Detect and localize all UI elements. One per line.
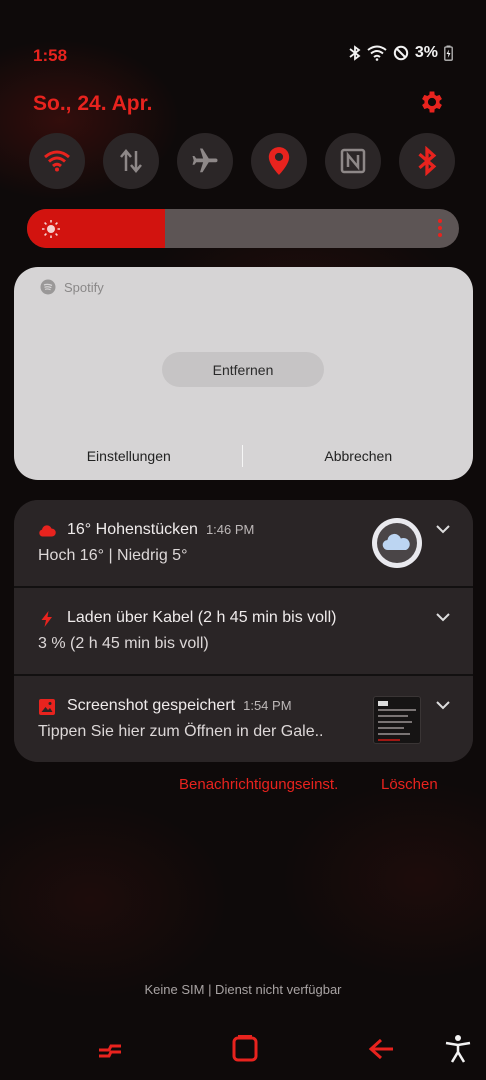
status-time: 1:58	[33, 46, 68, 65]
screenshot-notification[interactable]: Screenshot gespeichert 1:54 PM Tippen Sie…	[14, 676, 473, 762]
notification-title: 16° Hohenstücken 1:46 PM	[67, 521, 255, 538]
notification-body: Hoch 16° | Niedrig 5°	[38, 547, 188, 564]
toggle-mobile-data[interactable]	[103, 133, 159, 189]
weather-thumbnail	[372, 518, 422, 568]
brightness-slider[interactable]	[27, 209, 459, 248]
spotify-header: Spotify	[40, 279, 104, 295]
notification-time: 1:54 PM	[243, 698, 292, 713]
carrier-status: Keine SIM | Dienst nicht verfügbar	[144, 982, 342, 997]
settings-action-button[interactable]: Einstellungen	[14, 432, 244, 480]
battery-charging-icon	[444, 45, 453, 61]
battery-percent: 3%	[414, 44, 438, 61]
cancel-action-button[interactable]: Abbrechen	[244, 432, 474, 480]
chevron-down-icon[interactable]	[435, 699, 451, 711]
notification-time: 1:46 PM	[205, 522, 255, 537]
spotify-app-name: Spotify	[64, 279, 104, 295]
chevron-down-icon[interactable]	[435, 523, 451, 535]
toggle-location[interactable]	[251, 133, 307, 189]
date-label: So., 24. Apr.	[33, 92, 153, 115]
wifi-icon	[367, 45, 387, 61]
notification-body: 3 % (2 h 45 min bis voll)	[38, 635, 209, 652]
status-icons: 3%	[349, 44, 453, 62]
charging-notification[interactable]: Laden über Kabel (2 h 45 min bis voll) 3…	[14, 588, 473, 674]
bluetooth-icon	[349, 45, 361, 61]
more-options-icon[interactable]	[437, 218, 443, 238]
navigation-bar	[0, 1030, 486, 1070]
data-arrows-icon	[120, 149, 142, 173]
notification-group: 16° Hohenstücken 1:46 PM Hoch 16° | Niedr…	[14, 500, 473, 762]
toggle-airplane-mode[interactable]	[177, 133, 233, 189]
wifi-icon	[44, 150, 70, 172]
back-icon[interactable]	[365, 1034, 395, 1064]
bluetooth-icon	[418, 146, 437, 176]
screenshot-thumbnail	[373, 696, 421, 744]
gear-icon	[422, 91, 442, 113]
shade-actions: Benachrichtigungseinst. Löschen	[0, 776, 486, 798]
lightning-icon	[41, 611, 52, 627]
status-bar: 1:58 3%	[0, 44, 486, 68]
weather-notification[interactable]: 16° Hohenstücken 1:46 PM Hoch 16° | Niedr…	[14, 500, 473, 586]
home-icon[interactable]	[230, 1034, 260, 1064]
location-pin-icon	[268, 147, 290, 175]
nfc-icon	[340, 148, 366, 174]
remove-button[interactable]: Entfernen	[162, 352, 324, 387]
quick-settings-toggles	[29, 133, 457, 191]
accessibility-icon[interactable]	[443, 1034, 473, 1064]
clear-all-link[interactable]: Löschen	[381, 776, 438, 793]
sun-icon	[42, 220, 60, 238]
notification-body: Tippen Sie hier zum Öffnen in der Gale..	[38, 723, 324, 740]
image-icon	[39, 699, 55, 715]
airplane-icon	[192, 148, 218, 173]
recents-icon[interactable]	[95, 1034, 125, 1064]
notification-settings-link[interactable]: Benachrichtigungseinst.	[179, 776, 338, 793]
spotify-icon	[40, 279, 56, 295]
do-not-disturb-icon	[393, 45, 409, 61]
settings-button[interactable]	[418, 88, 446, 116]
toggle-wifi[interactable]	[29, 133, 85, 189]
notification-title: Screenshot gespeichert 1:54 PM	[67, 697, 292, 714]
toggle-bluetooth[interactable]	[399, 133, 455, 189]
spotify-card-actions: Einstellungen Abbrechen	[14, 432, 473, 480]
cloud-icon	[377, 523, 417, 563]
toggle-nfc[interactable]	[325, 133, 381, 189]
cloud-icon	[39, 525, 56, 537]
chevron-down-icon[interactable]	[435, 611, 451, 623]
spotify-media-card: Spotify Entfernen Einstellungen Abbreche…	[14, 267, 473, 480]
notification-title: Laden über Kabel (2 h 45 min bis voll)	[67, 609, 337, 626]
